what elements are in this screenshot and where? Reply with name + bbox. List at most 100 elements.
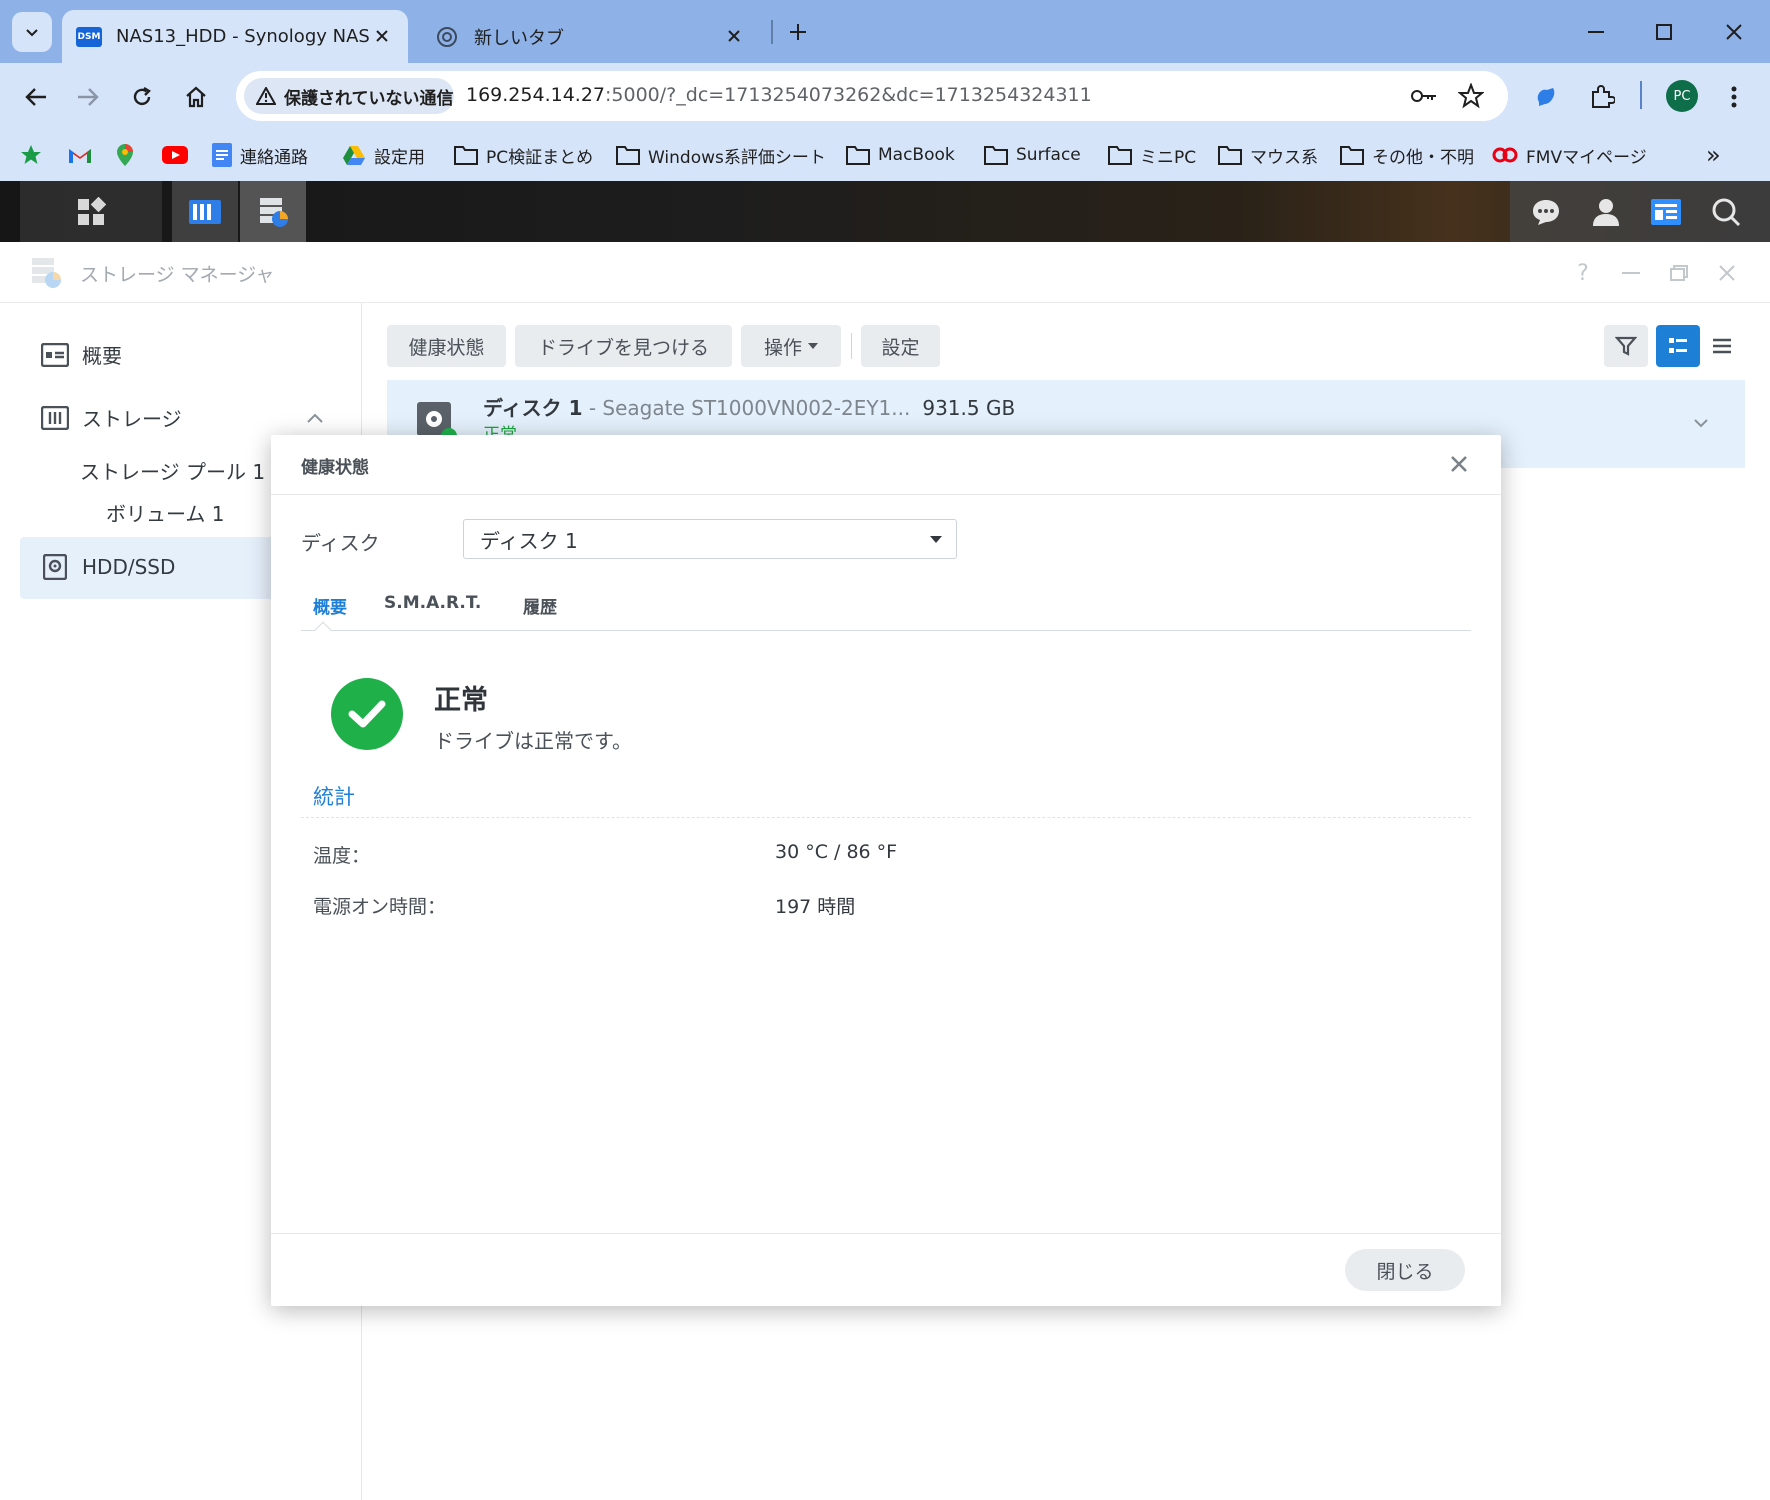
tab-history[interactable]: 履歴 bbox=[523, 593, 557, 618]
minimize-window-button[interactable] bbox=[1574, 14, 1618, 50]
arrow-left-icon bbox=[25, 88, 46, 106]
bookmark-star-icon[interactable] bbox=[1458, 83, 1484, 109]
profile-avatar[interactable]: PC bbox=[1666, 80, 1698, 112]
list-view-button[interactable] bbox=[1700, 325, 1744, 367]
bookmark-label: 連絡通路 bbox=[240, 147, 308, 168]
taskbar-app-storage-manager[interactable] bbox=[240, 181, 306, 242]
dialog-footer-divider bbox=[271, 1233, 1501, 1234]
bookmark-settei[interactable]: 設定用 bbox=[342, 141, 425, 169]
bookmark-renraku[interactable]: 連絡通路 bbox=[212, 141, 308, 169]
card-view-button[interactable] bbox=[1656, 325, 1700, 367]
help-button[interactable]: ? bbox=[1568, 258, 1598, 288]
bookmark-mouse[interactable]: マウス系 bbox=[1218, 141, 1318, 169]
tab-synology-nas[interactable]: DSM NAS13_HDD - Synology NAS bbox=[62, 10, 408, 63]
main-menu-button[interactable] bbox=[20, 181, 162, 242]
fmv-icon bbox=[1492, 147, 1518, 163]
check-circle-icon bbox=[331, 678, 403, 750]
grid-icon bbox=[78, 196, 106, 225]
bookmark-maps[interactable] bbox=[116, 141, 142, 169]
extension-copilot-icon[interactable] bbox=[1526, 77, 1566, 117]
bookmark-youtube[interactable] bbox=[162, 141, 196, 169]
tab-close-icon[interactable] bbox=[370, 24, 394, 48]
chevron-down-icon bbox=[26, 29, 38, 37]
sidebar-item-label: 概要 bbox=[82, 344, 122, 368]
bookmark-fmv[interactable]: FMVマイページ bbox=[1492, 141, 1647, 169]
health-status-title: 正常 bbox=[434, 685, 488, 716]
browser-menu-icon[interactable] bbox=[1714, 77, 1754, 117]
home-button[interactable] bbox=[176, 77, 216, 117]
notifications-icon[interactable] bbox=[1518, 181, 1574, 242]
bookmark-windows[interactable]: Windows系評価シート bbox=[616, 141, 826, 169]
widgets-icon[interactable] bbox=[1638, 181, 1694, 242]
bookmark-other[interactable]: その他・不明 bbox=[1340, 141, 1474, 169]
sidebar-item-volume[interactable]: ボリューム 1 bbox=[106, 498, 224, 527]
browser-toolbar: 保護されていない通信 169.254.14.27:5000/?_dc=17132… bbox=[0, 63, 1770, 129]
close-window-button[interactable] bbox=[1712, 14, 1756, 50]
gmail-icon bbox=[68, 146, 92, 164]
bookmark-label: Surface bbox=[1016, 145, 1081, 165]
close-dialog-button[interactable]: 閉じる bbox=[1345, 1249, 1465, 1291]
url-path: :5000/?_dc=1713254073262&dc=171325432431… bbox=[605, 84, 1092, 106]
bookmark-label: PC検証まとめ bbox=[486, 147, 594, 168]
tab-new-tab[interactable]: 新しいタブ bbox=[420, 10, 760, 63]
settings-button[interactable]: 設定 bbox=[861, 325, 940, 367]
bookmark-label: Windows系評価シート bbox=[648, 147, 826, 168]
hdd-icon bbox=[40, 554, 70, 580]
forward-button[interactable] bbox=[68, 77, 108, 117]
stat-temperature-label: 温度： bbox=[313, 845, 371, 867]
disk-name: ディスク 1 bbox=[483, 396, 583, 420]
stats-heading: 統計 bbox=[313, 785, 355, 809]
window-restore-button[interactable] bbox=[1664, 258, 1694, 288]
tab-smart[interactable]: S.M.A.R.T. bbox=[384, 593, 481, 613]
dialog-close-icon[interactable] bbox=[1447, 452, 1471, 476]
reload-button[interactable] bbox=[122, 77, 162, 117]
health-status-button[interactable]: 健康状態 bbox=[387, 325, 506, 367]
sidebar-item-storage-pool[interactable]: ストレージ プール 1 bbox=[80, 456, 265, 485]
tab-search-button[interactable] bbox=[12, 12, 52, 52]
list-icon bbox=[1713, 338, 1731, 354]
chevron-up-icon[interactable] bbox=[306, 412, 324, 424]
taskbar-app-control-panel[interactable] bbox=[172, 181, 238, 242]
docs-icon bbox=[212, 143, 232, 167]
bookmark-label: その他・不明 bbox=[1372, 147, 1474, 168]
disk-select[interactable]: ディスク 1 bbox=[463, 519, 957, 559]
more-bookmarks-button[interactable]: » bbox=[1706, 141, 1721, 169]
extensions-icon[interactable] bbox=[1582, 77, 1622, 117]
sidebar-item-label: ストレージ bbox=[82, 407, 182, 431]
bookmark-pc-kensho[interactable]: PC検証まとめ bbox=[454, 141, 593, 169]
sidebar-item-storage[interactable]: ストレージ bbox=[40, 403, 182, 432]
folder-icon bbox=[1218, 145, 1242, 165]
stat-temperature-value: 30 °C / 86 °F bbox=[775, 841, 898, 863]
search-icon[interactable] bbox=[1698, 181, 1754, 242]
folder-icon bbox=[1108, 145, 1132, 165]
disk-select-value: ディスク 1 bbox=[480, 528, 578, 553]
find-drive-button[interactable]: ドライブを見つける bbox=[515, 325, 732, 367]
dsm-favicon-icon: DSM bbox=[76, 26, 102, 48]
title-divider bbox=[0, 302, 1770, 303]
bookmark-surface[interactable]: Surface bbox=[984, 141, 1081, 169]
sidebar-item-hdd-ssd[interactable]: HDD/SSD bbox=[40, 554, 175, 580]
security-indicator[interactable]: 保護されていない通信 bbox=[244, 78, 454, 114]
actions-dropdown-button[interactable]: 操作 bbox=[741, 325, 841, 367]
window-title: ストレージ マネージャ bbox=[80, 264, 275, 286]
maximize-window-button[interactable] bbox=[1642, 14, 1686, 50]
window-minimize-button[interactable] bbox=[1616, 258, 1646, 288]
new-tab-button[interactable] bbox=[782, 16, 814, 48]
chevron-down-icon[interactable] bbox=[1693, 418, 1709, 428]
chrome-icon bbox=[434, 26, 460, 48]
bookmark-minipc[interactable]: ミニPC bbox=[1108, 141, 1196, 169]
storage-manager-icon bbox=[260, 197, 288, 227]
address-bar[interactable]: 保護されていない通信 169.254.14.27:5000/?_dc=17132… bbox=[236, 71, 1508, 121]
folder-icon bbox=[616, 145, 640, 165]
tab-overview[interactable]: 概要 bbox=[313, 593, 347, 618]
tab-close-icon[interactable] bbox=[722, 24, 746, 48]
back-button[interactable] bbox=[16, 77, 56, 117]
window-close-button[interactable] bbox=[1712, 258, 1742, 288]
user-icon[interactable] bbox=[1578, 181, 1634, 242]
sidebar-item-overview[interactable]: 概要 bbox=[40, 340, 122, 369]
password-key-icon[interactable] bbox=[1410, 85, 1438, 107]
bookmark-macbook[interactable]: MacBook bbox=[846, 141, 955, 169]
bookmark-starred[interactable] bbox=[20, 141, 50, 169]
bookmark-gmail[interactable] bbox=[68, 141, 100, 169]
filter-button[interactable] bbox=[1604, 325, 1648, 367]
